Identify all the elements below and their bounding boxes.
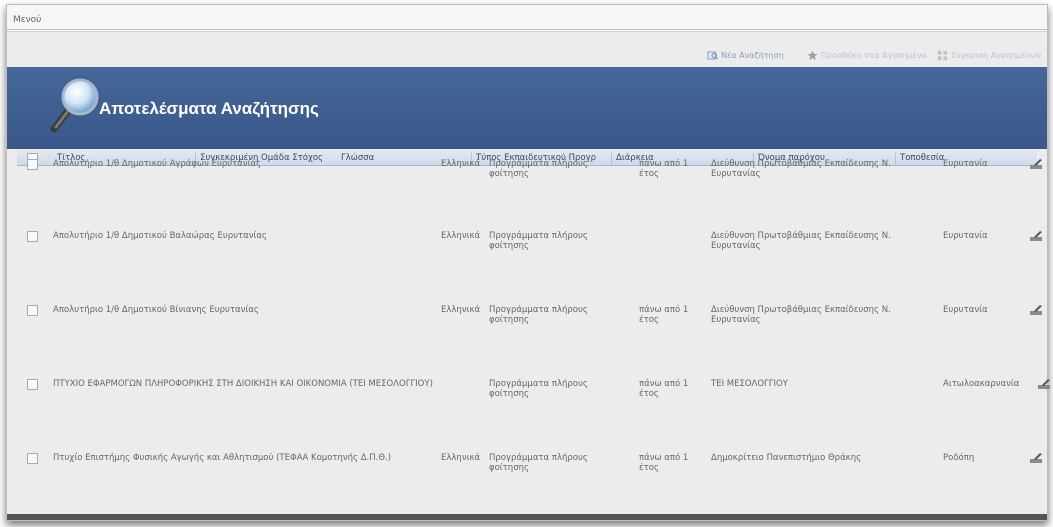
- row-duration: πάνω από 1 έτος: [639, 379, 689, 399]
- row-title[interactable]: ΠΤΥΧΙΟ ΕΦΑΡΜΟΓΩΝ ΠΛΗΡΟΦΟΡΙΚΗΣ ΣΤΗ ΔΙΟΙΚΗ…: [53, 379, 433, 389]
- row-checkbox[interactable]: [27, 305, 38, 316]
- edit-icon[interactable]: [1038, 379, 1050, 389]
- new-search-label: Νέα Αναζήτηση: [721, 51, 784, 60]
- row-title[interactable]: Απολυτήριο 1/θ Δημοτικού Αγράφων Ευρυταν…: [53, 159, 433, 169]
- row-title[interactable]: Απολυτήριο 1/θ Δημοτικού Βαλαώρας Ευρυτα…: [53, 231, 433, 241]
- star-icon: [807, 50, 818, 61]
- compare-favorites-button[interactable]: Σύγκριση Αγαπημένων: [937, 50, 1041, 61]
- row-location: Αιτωλοακαρνανία: [943, 379, 1020, 389]
- row-provider: ΤΕΙ ΜΕΣΟΛΟΓΓΙΟΥ: [711, 379, 788, 389]
- table-row[interactable]: ΠΤΥΧΙΟ ΕΦΑΡΜΟΓΩΝ ΠΛΗΡΟΦΟΡΙΚΗΣ ΣΤΗ ΔΙΟΙΚΗ…: [17, 375, 1050, 435]
- new-search-button[interactable]: Νέα Αναζήτηση: [707, 50, 784, 61]
- row-duration: πάνω από 1 έτος: [639, 305, 689, 325]
- magnifier-icon: [50, 78, 99, 133]
- menu-link[interactable]: Μενού: [13, 15, 41, 25]
- row-provider: Διεύθυνση Πρωτοβάθμιας Εκπαίδευσης Ν. Ευ…: [711, 305, 891, 325]
- table-row[interactable]: Απολυτήριο 1/θ Δημοτικού Βαλαώρας Ευρυτα…: [17, 227, 1042, 287]
- row-checkbox[interactable]: [27, 231, 38, 242]
- row-location: Ροδόπη: [943, 453, 975, 463]
- row-checkbox[interactable]: [27, 159, 38, 170]
- menu-separator: [7, 29, 1047, 30]
- compare-favorites-label: Σύγκριση Αγαπημένων: [951, 51, 1042, 60]
- row-edu-type: Προγράμματα πλήρους φοίτησης: [489, 305, 588, 325]
- toolbar: Νέα Αναζήτηση Προσθήκη στα Αγαπημένα Σύγ…: [7, 32, 1047, 68]
- edit-icon[interactable]: [1030, 231, 1042, 241]
- row-provider: Διεύθυνση Πρωτοβάθμιας Εκπαίδευσης Ν. Ευ…: [711, 231, 891, 251]
- row-provider: Δημοκρίτειο Πανεπιστήμιο Θράκης: [711, 453, 862, 463]
- results-banner: Αποτελέσματα Αναζήτησης: [7, 67, 1047, 149]
- row-duration: πάνω από 1 έτος: [639, 159, 689, 179]
- row-location: Ευρυτανία: [943, 159, 988, 169]
- page-title: Αποτελέσματα Αναζήτησης: [99, 99, 319, 118]
- row-edu-type: Προγράμματα πλήρους φοίτησης: [489, 159, 588, 179]
- edit-icon[interactable]: [1030, 453, 1042, 463]
- table-row[interactable]: Απολυτήριο 1/θ Δημοτικού Αγράφων Ευρυταν…: [17, 155, 1042, 215]
- edit-icon[interactable]: [1030, 159, 1042, 169]
- row-language: Ελληνικά: [441, 159, 481, 169]
- compare-icon: [937, 50, 948, 61]
- row-location: Ευρυτανία: [943, 305, 988, 315]
- row-checkbox[interactable]: [27, 453, 38, 464]
- new-search-icon: [707, 51, 718, 60]
- menu-bar: Μενού: [7, 5, 1047, 32]
- add-to-favorites-button[interactable]: Προσθήκη στα Αγαπημένα: [807, 50, 927, 61]
- table-row[interactable]: Πτυχίο Επιστήμης Φυσικής Αγωγής και Αθλη…: [17, 449, 1042, 509]
- row-provider: Διεύθυνση Πρωτοβάθμιας Εκπαίδευσης Ν. Ευ…: [711, 159, 891, 179]
- row-language: Ελληνικά: [441, 453, 481, 463]
- row-language: Ελληνικά: [441, 231, 481, 241]
- row-location: Ευρυτανία: [943, 231, 988, 241]
- row-title[interactable]: Απολυτήριο 1/θ Δημοτικού Βίνιανης Ευρυτα…: [53, 305, 433, 315]
- row-edu-type: Προγράμματα πλήρους φοίτησης: [489, 231, 588, 251]
- table-row[interactable]: Απολυτήριο 1/θ Δημοτικού Βίνιανης Ευρυτα…: [17, 301, 1042, 361]
- row-duration: πάνω από 1 έτος: [639, 453, 689, 473]
- row-edu-type: Προγράμματα πλήρους φοίτησης: [489, 379, 588, 399]
- row-title[interactable]: Πτυχίο Επιστήμης Φυσικής Αγωγής και Αθλη…: [53, 453, 433, 463]
- add-to-favorites-label: Προσθήκη στα Αγαπημένα: [821, 51, 927, 60]
- app-window: Μενού Νέα Αναζήτηση Προσθήκη στα Αγαπημέ…: [6, 4, 1050, 521]
- row-checkbox[interactable]: [27, 379, 38, 390]
- row-language: Ελληνικά: [441, 305, 481, 315]
- row-edu-type: Προγράμματα πλήρους φοίτησης: [489, 453, 588, 473]
- window-bottom-edge: [7, 514, 1047, 520]
- edit-icon[interactable]: [1030, 305, 1042, 315]
